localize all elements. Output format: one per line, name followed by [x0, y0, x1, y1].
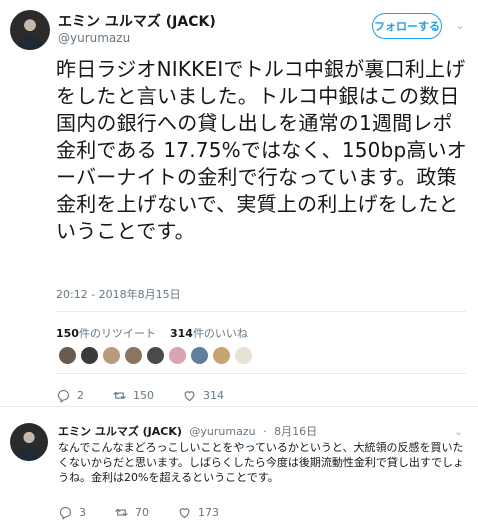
retweet-button[interactable]: 150: [112, 388, 154, 403]
reply-separator: ·: [263, 425, 267, 438]
tweet-text: 昨日ラジオNIKKEIでトルコ中銀が裏口利上げをしたと言いました。トルコ中銀はこ…: [56, 57, 467, 243]
reply-icon: [57, 389, 70, 403]
like-button[interactable]: 173: [177, 505, 219, 520]
reply-retweet-count: 70: [135, 506, 149, 519]
engagement-stats: 150件のリツイート 314件のいいね: [56, 325, 248, 341]
liker-avatar[interactable]: [124, 346, 143, 365]
tweet-timestamp[interactable]: 20:12 - 2018年8月15日: [56, 286, 181, 302]
divider: [56, 311, 466, 312]
liker-avatar[interactable]: [168, 346, 187, 365]
avatar[interactable]: [10, 10, 50, 50]
retweet-stat[interactable]: 150件のリツイート: [56, 327, 156, 340]
liker-avatar[interactable]: [102, 346, 121, 365]
liker-avatar[interactable]: [190, 346, 209, 365]
retweet-count: 150: [56, 327, 79, 340]
liker-avatar[interactable]: [234, 346, 253, 365]
liker-avatars: [58, 346, 253, 368]
like-count-action: 314: [203, 389, 224, 402]
heart-icon: [179, 508, 190, 519]
like-count: 314: [169, 327, 193, 340]
reply-author-name[interactable]: エミン ユルマズ (JACK): [58, 425, 182, 438]
reply-tweet[interactable]: エミン ユルマズ (JACK) @yurumazu · 8月16日 ⌄ なんでこ…: [0, 407, 478, 523]
reply-reply-count: 3: [79, 506, 86, 519]
liker-avatar[interactable]: [212, 346, 231, 365]
liker-avatar[interactable]: [146, 346, 165, 365]
avatar[interactable]: [10, 423, 48, 461]
reply-text: なんでこんなまどろっこしいことをやっているかというと、大統領の反感を買いたくない…: [58, 441, 465, 484]
reply-count: 2: [77, 389, 84, 402]
reply-like-count: 173: [198, 506, 219, 519]
like-stat[interactable]: 314件のいいね: [170, 327, 248, 340]
reply-author-handle[interactable]: @yurumazu: [189, 425, 255, 438]
reply-header: エミン ユルマズ (JACK) @yurumazu · 8月16日: [58, 423, 317, 439]
author-handle[interactable]: @yurumazu: [58, 31, 130, 45]
retweet-icon: [115, 508, 128, 517]
reply-actions: 3 70 173: [58, 505, 247, 520]
reply-button[interactable]: 2: [56, 388, 84, 403]
tweet-actions: 2 150 314: [56, 388, 252, 403]
retweet-label: 件のリツイート: [78, 327, 156, 340]
chevron-down-icon[interactable]: ⌄: [454, 425, 463, 438]
liker-avatar[interactable]: [80, 346, 99, 365]
retweet-count-action: 150: [133, 389, 154, 402]
retweet-button[interactable]: 70: [114, 505, 149, 520]
reply-date[interactable]: 8月16日: [274, 425, 317, 438]
divider: [56, 373, 466, 374]
reply-button[interactable]: 3: [58, 505, 86, 520]
heart-icon: [184, 391, 195, 402]
follow-button[interactable]: フォローする: [372, 13, 442, 39]
chevron-down-icon[interactable]: ⌄: [454, 20, 466, 32]
like-button[interactable]: 314: [182, 388, 224, 403]
like-label: 件のいいね: [192, 327, 248, 340]
retweet-icon: [113, 391, 126, 400]
reply-icon: [59, 506, 72, 520]
liker-avatar[interactable]: [58, 346, 77, 365]
author-name[interactable]: エミン ユルマズ (JACK): [58, 11, 216, 31]
main-tweet: エミン ユルマズ (JACK) @yurumazu フォローする ⌄ 昨日ラジオ…: [0, 0, 478, 406]
